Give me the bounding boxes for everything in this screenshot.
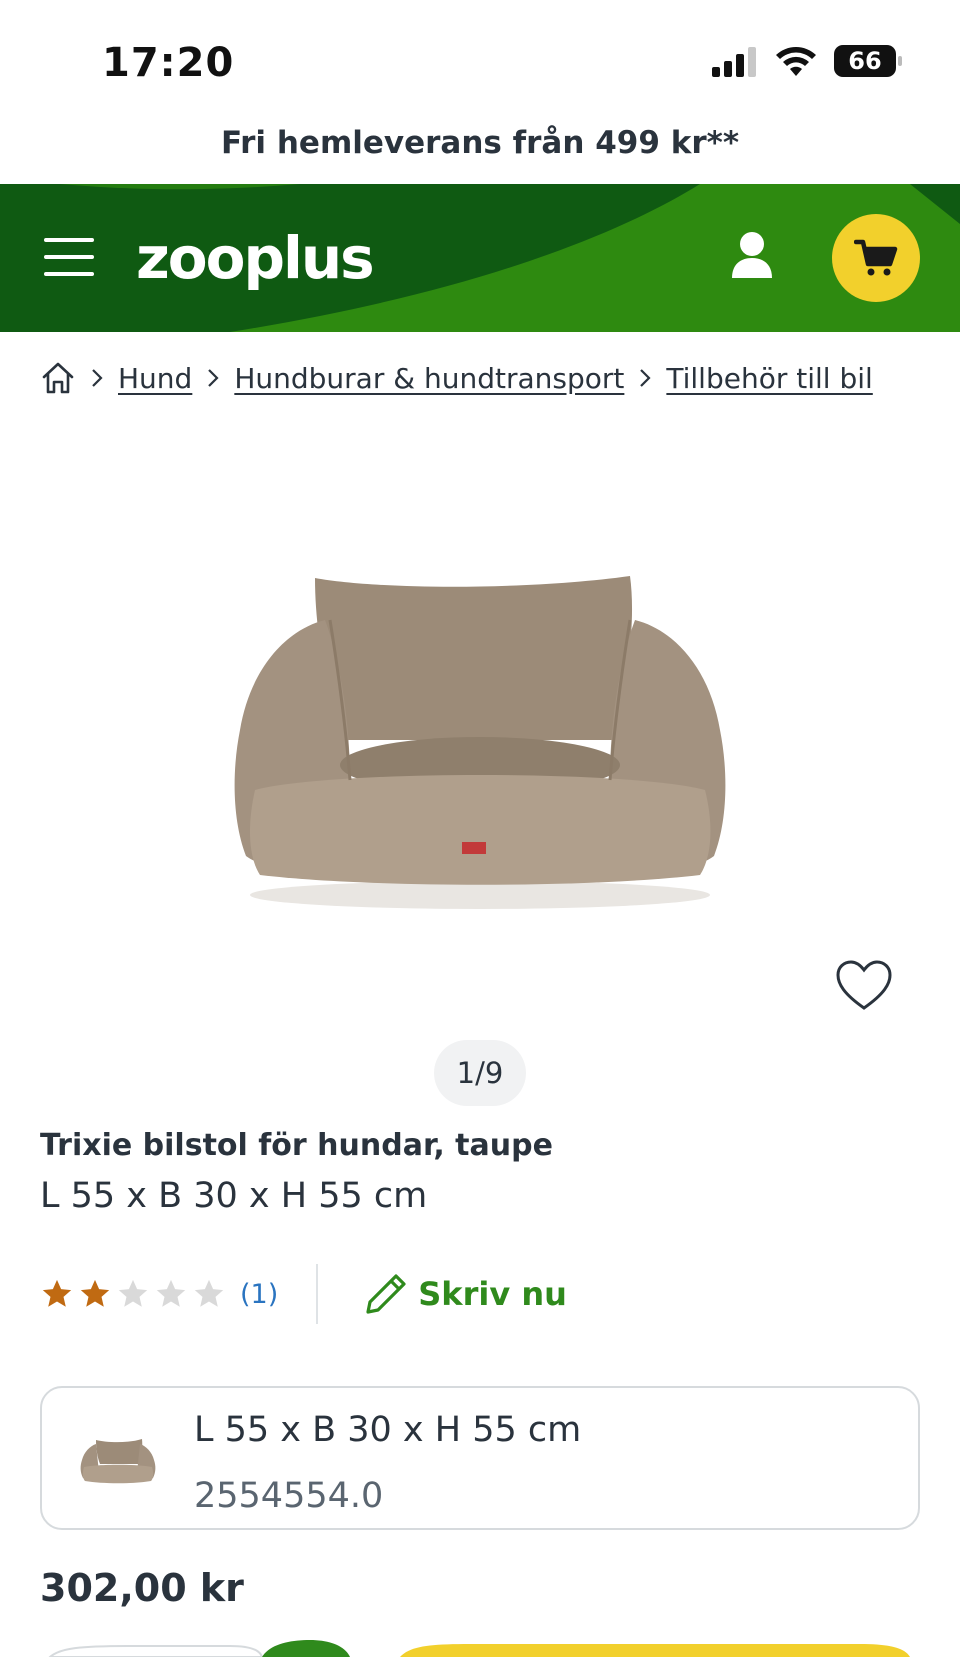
product-price: 302,00 kr [40,1566,244,1610]
breadcrumb-link-tillbehor[interactable]: Tillbehör till bil [666,362,872,395]
menu-icon [44,238,94,242]
star-icon [194,1279,224,1307]
wifi-icon [776,47,816,76]
divider [316,1264,319,1324]
battery-icon: 66 [834,45,902,77]
promo-banner: Fri hemleverans från 499 kr** [220,125,740,161]
variant-sku: 2554554.0 [194,1476,384,1516]
breadcrumb: Hund Hundburar & hundtransport Tillbehör… [40,360,873,396]
battery-level: 66 [848,47,882,75]
signal-icon [712,47,756,77]
star-rating[interactable] [40,1277,226,1311]
rating-row: (1) Skriv nu [40,1264,567,1324]
pencil-icon [366,1274,406,1314]
chevron-right-icon [638,367,652,389]
user-icon [732,232,772,278]
cart-button[interactable] [832,214,920,302]
write-review-button[interactable]: Skriv nu [360,1268,567,1320]
review-count[interactable]: (1) [240,1279,278,1310]
star-icon [156,1279,186,1307]
variant-card[interactable]: L 55 x B 30 x H 55 cm 2554554.0 [40,1386,920,1530]
chevron-right-icon [206,367,220,389]
zooplus-logo[interactable]: zooplus [136,224,375,292]
variant-name: L 55 x B 30 x H 55 cm [194,1410,582,1450]
product-subtitle: L 55 x B 30 x H 55 cm [40,1176,428,1216]
heart-icon [836,960,892,1010]
product-title: Trixie bilstol för hundar, taupe [40,1128,553,1163]
menu-button[interactable] [44,238,94,278]
cart-icon [854,239,898,276]
account-button[interactable] [728,230,776,282]
breadcrumb-link-hundburar[interactable]: Hundburar & hundtransport [234,362,624,395]
product-image[interactable] [210,560,750,920]
breadcrumb-link-hund[interactable]: Hund [118,362,192,395]
variant-thumbnail [80,1439,156,1484]
favorite-button[interactable] [834,958,894,1014]
star-icon [80,1279,110,1307]
status-time: 17:20 [102,40,235,86]
chevron-right-icon [90,367,104,389]
status-bar: 17:20 66 [0,0,960,120]
bottom-controls-partial [48,1640,910,1657]
star-icon [42,1279,72,1307]
gallery-counter: 1/9 [434,1040,526,1106]
star-icon [118,1279,148,1307]
write-review-label: Skriv nu [418,1275,567,1313]
status-icons: 66 [710,44,902,78]
home-icon[interactable] [40,360,76,396]
site-header: zooplus [0,184,960,332]
